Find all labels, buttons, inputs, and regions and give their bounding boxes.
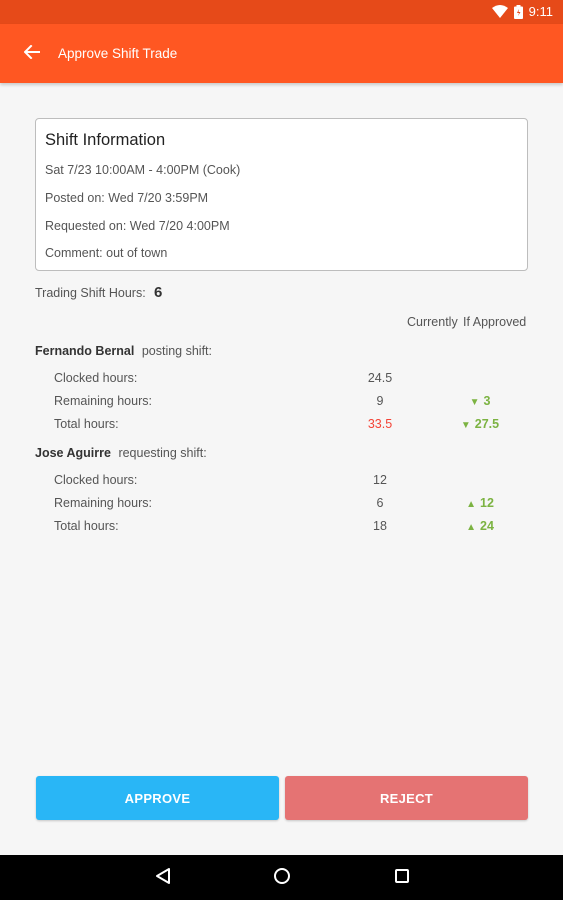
- comment: Comment: out of town: [45, 246, 168, 260]
- nav-back-button[interactable]: [152, 867, 174, 889]
- reject-button[interactable]: REJECT: [285, 776, 528, 820]
- posted-on: Posted on: Wed 7/20 3:59PM: [45, 191, 209, 205]
- app-bar: Approve Shift Trade: [0, 24, 563, 83]
- trading-shift-hours-label: Trading Shift Hours:: [35, 286, 146, 300]
- requester-role: requesting shift:: [118, 446, 207, 460]
- poster-remaining-current: 9: [376, 394, 384, 408]
- shift-time: Sat 7/23 10:00AM - 4:00PM (Cook): [45, 163, 241, 177]
- nav-recents-icon: [394, 868, 410, 889]
- increase-arrow-icon: ▲: [466, 499, 476, 510]
- shift-info-card: Shift Information Sat 7/23 10:00AM - 4:0…: [35, 118, 528, 271]
- poster-name: Fernando Bernal: [35, 344, 135, 358]
- back-button[interactable]: [18, 40, 46, 68]
- requester-remaining-current: 6: [376, 496, 384, 510]
- requester-remaining-label: Remaining hours:: [54, 496, 152, 510]
- poster-total-current: 33.5: [367, 417, 393, 431]
- requester-total-approved: ▲ 24: [440, 519, 520, 533]
- poster-role: posting shift:: [141, 344, 212, 358]
- poster-clocked-label: Clocked hours:: [54, 371, 138, 385]
- status-icons: 9:11: [491, 4, 553, 19]
- decrease-arrow-icon: ▼: [460, 420, 471, 431]
- battery-icon: [513, 4, 523, 19]
- requester-header: Jose Aguirre requesting shift:: [35, 446, 207, 460]
- approved-value: 27.5: [474, 417, 500, 431]
- poster-clocked-current: 24.5: [367, 371, 393, 385]
- approved-value: 3: [483, 394, 491, 408]
- requested-on: Requested on: Wed 7/20 4:00PM: [45, 219, 230, 233]
- nav-recents-button[interactable]: [391, 867, 413, 889]
- poster-total-label: Total hours:: [54, 417, 119, 431]
- approve-button[interactable]: APPROVE: [36, 776, 279, 820]
- status-time: 9:11: [528, 4, 553, 19]
- column-if-approved: If Approved: [463, 315, 527, 329]
- requester-clocked-label: Clocked hours:: [54, 473, 138, 487]
- poster-total-approved: ▼ 27.5: [440, 417, 520, 431]
- column-currently: Currently: [407, 315, 458, 329]
- approved-value: 24: [480, 519, 494, 533]
- page-title: Approve Shift Trade: [58, 46, 178, 61]
- requester-name: Jose Aguirre: [35, 446, 111, 460]
- poster-remaining-approved: ▼ 3: [440, 394, 520, 408]
- status-bar: 9:11: [0, 0, 563, 24]
- requester-total-label: Total hours:: [54, 519, 119, 533]
- trading-shift-hours-value: 6: [154, 284, 163, 301]
- poster-header: Fernando Bernal posting shift:: [35, 344, 212, 358]
- shift-info-title: Shift Information: [45, 131, 166, 149]
- requester-total-current: 18: [373, 519, 387, 533]
- nav-back-icon: [155, 867, 171, 890]
- requester-clocked-current: 12: [373, 473, 387, 487]
- decrease-arrow-icon: ▼: [469, 397, 480, 408]
- nav-home-button[interactable]: [271, 867, 293, 889]
- requester-remaining-approved: ▲ 12: [440, 496, 520, 510]
- nav-home-icon: [273, 867, 291, 890]
- poster-remaining-label: Remaining hours:: [54, 394, 152, 408]
- approved-value: 12: [480, 496, 494, 510]
- arrow-left-icon: [23, 44, 40, 64]
- increase-arrow-icon: ▲: [466, 522, 476, 533]
- system-nav-bar: [0, 855, 563, 900]
- wifi-icon: [491, 5, 508, 18]
